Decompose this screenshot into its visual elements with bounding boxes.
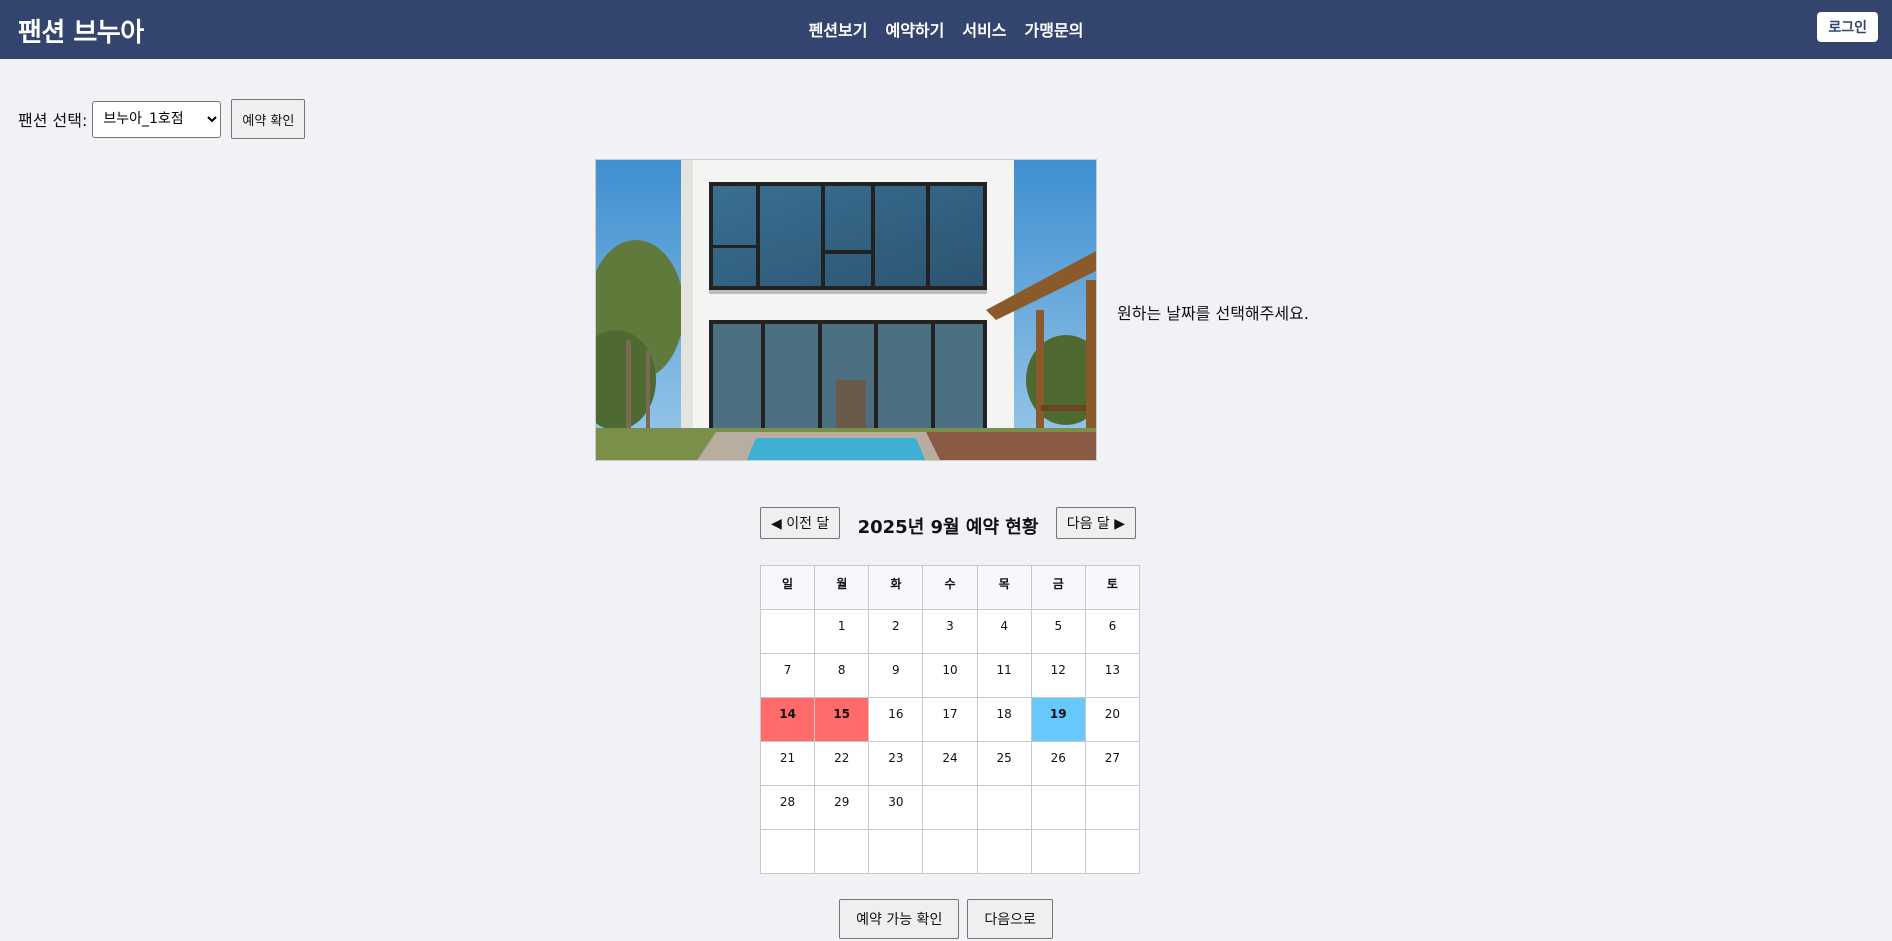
calendar-day[interactable]: 27: [1084, 741, 1141, 786]
weekday-thu: 목: [976, 565, 1032, 610]
pension-select-dropdown[interactable]: 브누아_1호점: [92, 100, 222, 138]
calendar-week: 14 15 16 17 18 19 20: [759, 697, 1141, 742]
calendar-day-booked[interactable]: 15: [814, 697, 870, 742]
weekday-tue: 화: [868, 565, 924, 610]
calendar-day[interactable]: 10: [922, 653, 978, 698]
reservation-calendar: 일 월 화 수 목 금 토 1 2 3 4 5 6 7 8 9 10 11 12…: [759, 565, 1141, 874]
calendar-day[interactable]: 18: [976, 697, 1032, 742]
nav-item-service[interactable]: 서비스: [962, 17, 1006, 41]
pension-selector-row: 팬션 선택: 브누아_1호점 예약 확인: [18, 99, 306, 139]
calendar-day[interactable]: 12: [1030, 653, 1086, 698]
calendar-day[interactable]: 24: [922, 741, 978, 786]
calendar-day[interactable]: 30: [868, 785, 924, 830]
reservation-check-button[interactable]: 예약 확인: [231, 99, 306, 139]
calendar-day[interactable]: [976, 785, 1032, 830]
calendar-day[interactable]: 29: [814, 785, 870, 830]
calendar-day[interactable]: 2: [868, 609, 924, 654]
calendar-week: 7 8 9 10 11 12 13: [759, 653, 1141, 698]
calendar-day[interactable]: 3: [922, 609, 978, 654]
calendar-day[interactable]: [1030, 829, 1086, 874]
calendar-day[interactable]: 20: [1084, 697, 1141, 742]
weekday-sat: 토: [1084, 565, 1141, 610]
calendar-day[interactable]: [1084, 785, 1141, 830]
calendar-day[interactable]: [922, 785, 978, 830]
calendar-day[interactable]: 21: [759, 741, 816, 786]
top-navigation-bar: 팬션 브누아 펜션보기 예약하기 서비스 가맹문의 로그인: [0, 0, 1892, 59]
calendar-day[interactable]: [976, 829, 1032, 874]
calendar-day[interactable]: 17: [922, 697, 978, 742]
calendar-day[interactable]: 6: [1084, 609, 1141, 654]
nav-item-reservation[interactable]: 예약하기: [885, 17, 944, 41]
weekday-fri: 금: [1030, 565, 1086, 610]
calendar-day[interactable]: 13: [1084, 653, 1141, 698]
next-step-button[interactable]: 다음으로: [967, 899, 1053, 939]
calendar-day[interactable]: [759, 829, 816, 874]
calendar-day-selected[interactable]: 19: [1030, 697, 1086, 742]
pension-select-label: 팬션 선택:: [18, 111, 88, 130]
calendar-day[interactable]: [1030, 785, 1086, 830]
calendar-day[interactable]: 5: [1030, 609, 1086, 654]
calendar-day[interactable]: 9: [868, 653, 924, 698]
calendar-day[interactable]: 11: [976, 653, 1032, 698]
calendar-day-booked[interactable]: 14: [759, 697, 816, 742]
instruction-text: 원하는 날짜를 선택해주세요.: [1117, 304, 1309, 323]
nav-item-pension-view[interactable]: 펜션보기: [809, 17, 868, 41]
weekday-sun: 일: [759, 565, 816, 610]
calendar-day[interactable]: 23: [868, 741, 924, 786]
nav-item-franchise-inquiry[interactable]: 가맹문의: [1025, 17, 1084, 41]
calendar-day[interactable]: [922, 829, 978, 874]
calendar-day[interactable]: 8: [814, 653, 870, 698]
pension-photo: [595, 159, 1097, 461]
calendar-day[interactable]: 28: [759, 785, 816, 830]
calendar-day[interactable]: [1084, 829, 1141, 874]
next-month-button[interactable]: 다음 달 ▶: [1055, 507, 1136, 539]
bottom-actions: 예약 가능 확인 다음으로: [0, 899, 1892, 939]
weekday-wed: 수: [922, 565, 978, 610]
weekday-mon: 월: [814, 565, 870, 610]
check-availability-button[interactable]: 예약 가능 확인: [839, 899, 960, 939]
calendar-day[interactable]: 1: [814, 609, 870, 654]
calendar-day[interactable]: [759, 609, 816, 654]
calendar-day[interactable]: 22: [814, 741, 870, 786]
calendar-day[interactable]: [814, 829, 870, 874]
calendar-day[interactable]: 26: [1030, 741, 1086, 786]
calendar-header: ◀ 이전 달 2025년 9월 예약 현황 다음 달 ▶: [760, 507, 1136, 539]
calendar-week: 1 2 3 4 5 6: [759, 609, 1141, 654]
calendar-day[interactable]: [868, 829, 924, 874]
house-image: [596, 160, 1096, 460]
login-button[interactable]: 로그인: [1817, 12, 1878, 42]
calendar-day[interactable]: 7: [759, 653, 816, 698]
calendar-week: 28 29 30: [759, 785, 1141, 830]
main-nav: 펜션보기 예약하기 서비스 가맹문의: [0, 17, 1892, 41]
calendar-day[interactable]: 16: [868, 697, 924, 742]
weekday-row: 일 월 화 수 목 금 토: [759, 565, 1141, 610]
calendar-day[interactable]: 4: [976, 609, 1032, 654]
calendar-day[interactable]: 25: [976, 741, 1032, 786]
calendar-week: 21 22 23 24 25 26 27: [759, 741, 1141, 786]
calendar-week: [759, 829, 1141, 874]
